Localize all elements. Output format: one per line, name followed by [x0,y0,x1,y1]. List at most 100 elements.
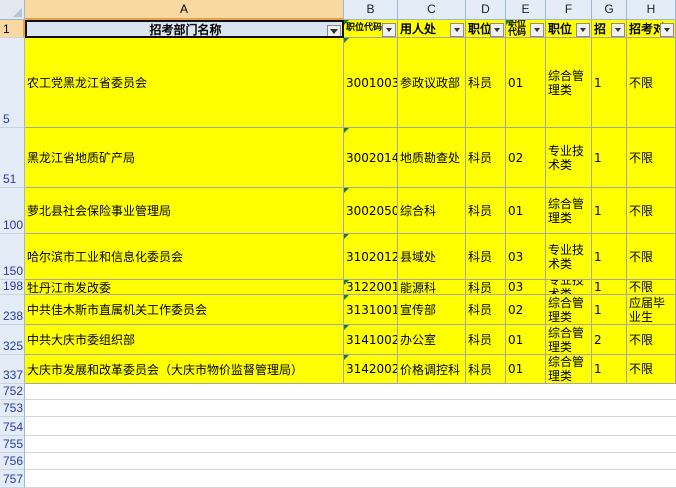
cell-f[interactable]: 专业技术类 [546,280,592,295]
empty-row[interactable] [25,453,676,470]
cell-b[interactable]: 3131001 [344,295,398,325]
cell-e[interactable]: 02 [506,295,546,325]
cell-c[interactable]: 宣传部 [398,295,466,325]
header-cell-e[interactable]: 职位代码 [506,20,546,38]
cell-h[interactable]: 不限 [627,355,676,384]
cell-a[interactable]: 黑龙江省地质矿产局 [25,128,344,188]
cell-d[interactable]: 科员 [466,280,506,295]
header-cell-d[interactable]: 职位 [466,20,506,38]
cell-e[interactable]: 01 [506,188,546,234]
cell-f[interactable]: 综合管理类 [546,325,592,355]
cell-c[interactable]: 参政议政部 [398,38,466,128]
cell-a[interactable]: 萝北县社会保险事业管理局 [25,188,344,234]
row-header-1[interactable]: 1 [0,20,25,38]
cell-f[interactable]: 综合管理类 [546,355,592,384]
cell-c[interactable]: 综合科 [398,188,466,234]
cell-c[interactable]: 价格调控科 [398,355,466,384]
header-cell-c[interactable]: 用人处 [398,20,466,38]
cell-d[interactable]: 科员 [466,128,506,188]
cell-h[interactable]: 应届毕业生 [627,295,676,325]
row-header[interactable]: 325 [0,325,25,355]
row-header[interactable]: 150 [0,234,25,280]
column-header-h[interactable]: H [627,0,676,20]
cell-h[interactable]: 不限 [627,325,676,355]
header-cell-f[interactable]: 职位 [546,20,592,38]
row-header[interactable]: 198 [0,279,25,295]
cell-a[interactable]: 中共大庆市委组织部 [25,325,344,355]
cell-b[interactable]: 3001003 [344,38,398,128]
row-header[interactable]: 756 [0,453,25,470]
filter-dropdown-icon[interactable] [490,23,504,37]
cell-b[interactable]: 3142002 [344,355,398,384]
empty-row[interactable] [25,470,676,488]
row-header[interactable]: 51 [0,128,25,188]
cell-c[interactable]: 地质勘查处 [398,128,466,188]
row-header[interactable]: 754 [0,417,25,436]
empty-row[interactable] [25,436,676,453]
cell-e[interactable]: 01 [506,355,546,384]
cell-e[interactable]: 03 [506,234,546,280]
cell-a[interactable]: 中共佳木斯市直属机关工作委员会 [25,295,344,325]
row-header[interactable]: 5 [0,38,25,128]
filter-dropdown-icon[interactable] [450,23,464,37]
cell-g[interactable]: 1 [592,295,627,325]
cell-h[interactable]: 不限 [627,234,676,280]
cell-b[interactable]: 3102012 [344,234,398,280]
column-header-c[interactable]: C [398,0,466,20]
header-cell-b[interactable]: 职位代码 [344,20,398,38]
cell-f[interactable]: 综合管理类 [546,38,592,128]
cell-a[interactable]: 大庆市发展和改革委员会（大庆市物价监督管理局） [25,355,344,384]
header-cell-a[interactable]: 招考部门名称 [25,20,344,38]
cell-g[interactable]: 1 [592,355,627,384]
empty-row[interactable] [25,417,676,436]
row-header[interactable]: 753 [0,400,25,417]
cell-c[interactable]: 办公室 [398,325,466,355]
filter-active-funnel-icon[interactable] [327,25,341,36]
cell-e[interactable]: 03 [506,280,546,295]
cell-g[interactable]: 1 [592,128,627,188]
cell-h[interactable]: 不限 [627,38,676,128]
column-header-b[interactable]: B [344,0,398,20]
column-header-f[interactable]: F [546,0,592,20]
cell-e[interactable]: 01 [506,325,546,355]
cell-h[interactable]: 不限 [627,128,676,188]
cell-f[interactable]: 综合管理类 [546,295,592,325]
cell-a[interactable]: 农工党黑龙江省委员会 [25,38,344,128]
cell-c[interactable]: 县域处 [398,234,466,280]
cell-b[interactable]: 3141002 [344,325,398,355]
filter-dropdown-icon[interactable] [611,23,625,37]
cell-a[interactable]: 哈尔滨市工业和信息化委员会 [25,234,344,280]
cell-h[interactable]: 不限 [627,188,676,234]
column-header-d[interactable]: D [466,0,506,20]
cell-e[interactable]: 02 [506,128,546,188]
header-cell-g[interactable]: 招 [592,20,627,38]
cell-h[interactable]: 不限 [627,280,676,295]
cell-b[interactable]: 3122001 [344,280,398,295]
empty-row[interactable] [25,400,676,417]
empty-row[interactable] [25,384,676,400]
filter-dropdown-icon[interactable] [530,23,544,37]
column-header-e[interactable]: E [506,0,546,20]
column-header-g[interactable]: G [592,0,627,20]
cell-b[interactable]: 3002014 [344,128,398,188]
filter-dropdown-icon[interactable] [382,23,396,37]
cell-d[interactable]: 科员 [466,325,506,355]
cell-g[interactable]: 1 [592,280,627,295]
cell-d[interactable]: 科员 [466,295,506,325]
filter-dropdown-icon[interactable] [660,23,674,37]
cell-c[interactable]: 能源科 [398,280,466,295]
select-all-corner[interactable] [0,0,25,20]
filter-dropdown-icon[interactable] [576,23,590,37]
row-header[interactable]: 337 [0,355,25,384]
cell-g[interactable]: 1 [592,188,627,234]
cell-f[interactable]: 专业技术类 [546,234,592,280]
cell-e[interactable]: 01 [506,38,546,128]
column-header-a[interactable]: A [25,0,344,20]
cell-g[interactable]: 2 [592,325,627,355]
row-header[interactable]: 238 [0,295,25,325]
row-header[interactable]: 755 [0,436,25,453]
cell-g[interactable]: 1 [592,234,627,280]
cell-b[interactable]: 3002050 [344,188,398,234]
cell-a[interactable]: 牡丹江市发改委 [25,280,344,295]
cell-d[interactable]: 科员 [466,38,506,128]
